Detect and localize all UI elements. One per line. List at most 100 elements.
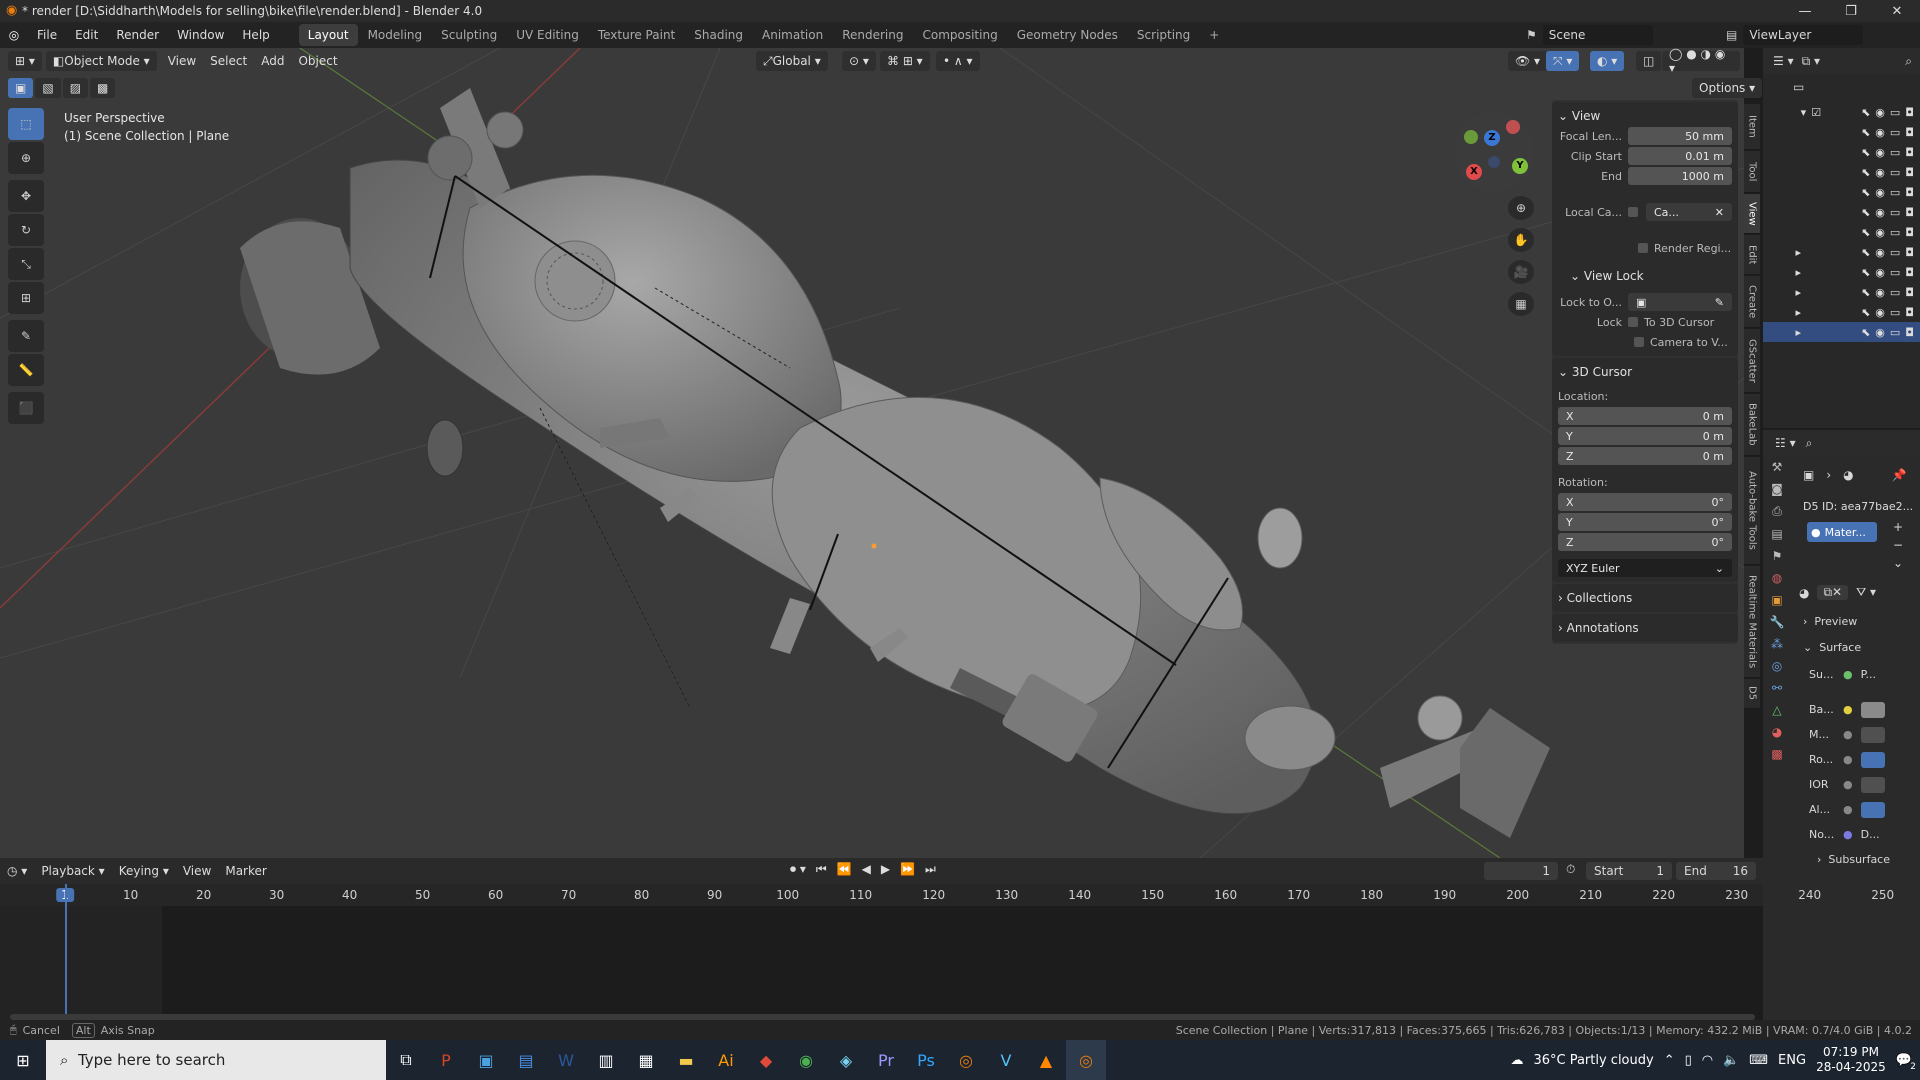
- outliner-row[interactable]: ⬉ ◉ ▭ ◘: [1763, 122, 1920, 142]
- add-cube-tool-icon[interactable]: ⬛: [8, 392, 44, 424]
- surface-panel[interactable]: ⌄ Surface: [1803, 636, 1913, 658]
- sidebar-tab-auto-bake[interactable]: Auto-bake Tools: [1744, 457, 1760, 565]
- monitor-icon[interactable]: ▭: [1890, 146, 1900, 159]
- select-box-icon[interactable]: ⬚: [8, 108, 44, 140]
- current-frame-field[interactable]: 1: [1484, 862, 1558, 880]
- prev-keyframe-icon[interactable]: ⏪: [837, 862, 852, 877]
- world-tab-icon[interactable]: ◍: [1772, 571, 1782, 585]
- menu-timeline-view[interactable]: View: [176, 864, 218, 878]
- language-indicator[interactable]: ENG: [1778, 1053, 1806, 1068]
- sidebar-tab-gscatter[interactable]: GScatter: [1744, 329, 1760, 393]
- camera-to-view-checkbox[interactable]: [1634, 337, 1644, 347]
- sidebar-tab-item[interactable]: Item: [1744, 104, 1760, 150]
- tab-scripting[interactable]: Scripting: [1128, 24, 1199, 46]
- eye-icon[interactable]: ◉: [1875, 226, 1885, 239]
- m365-icon[interactable]: ◈: [826, 1040, 866, 1080]
- monitor-icon[interactable]: ▭: [1890, 206, 1900, 219]
- outliner-row[interactable]: ⬉ ◉ ▭ ◘: [1763, 142, 1920, 162]
- collections-section[interactable]: › Collections: [1552, 584, 1738, 612]
- sidebar-tab-realtime-materials[interactable]: Realtime Materials: [1744, 566, 1760, 678]
- gizmo-toggle[interactable]: ⤧ ▾: [1546, 51, 1580, 71]
- new-collection-icon[interactable]: ▭: [1793, 80, 1804, 94]
- outliner-row[interactable]: ▸ ⬉ ◉ ▭ ◘: [1763, 262, 1920, 282]
- expand-icon[interactable]: ▸: [1796, 286, 1802, 299]
- clear-icon[interactable]: ✕: [1715, 206, 1724, 219]
- base-color-swatch[interactable]: [1860, 701, 1885, 718]
- select-icon[interactable]: ⬉: [1861, 226, 1870, 239]
- lock-to-object-field[interactable]: ▣ ✎: [1628, 293, 1732, 311]
- scene-tab-icon[interactable]: ⚑: [1772, 549, 1783, 563]
- expand-icon[interactable]: ▸: [1796, 266, 1802, 279]
- gizmo-y[interactable]: Y: [1512, 158, 1528, 174]
- local-camera-checkbox[interactable]: [1628, 207, 1638, 217]
- surface-row[interactable]: No... ● D...: [1809, 822, 1915, 847]
- tab-uv-editing[interactable]: UV Editing: [507, 24, 588, 46]
- camera-icon[interactable]: ◘: [1905, 266, 1914, 279]
- next-keyframe-icon[interactable]: ⏩: [900, 862, 915, 877]
- menu-keying[interactable]: Keying ▾: [112, 864, 176, 878]
- expand-icon[interactable]: ▸: [1796, 306, 1802, 319]
- monitor-icon[interactable]: ▭: [1890, 106, 1900, 119]
- play-reverse-icon[interactable]: ◀: [862, 862, 871, 877]
- view-layer-selector[interactable]: ViewLayer: [1743, 25, 1864, 45]
- powerpoint-icon[interactable]: P: [426, 1040, 466, 1080]
- cursor-loc-x[interactable]: X 0 m: [1558, 407, 1732, 425]
- surface-row[interactable]: Ba... ●: [1809, 697, 1915, 722]
- ior-field[interactable]: [1860, 776, 1885, 793]
- roughness-field[interactable]: [1860, 751, 1885, 768]
- eye-icon[interactable]: ◉: [1875, 146, 1885, 159]
- expand-icon[interactable]: ▾: [1801, 106, 1807, 119]
- cursor-loc-z[interactable]: Z 0 m: [1558, 447, 1732, 465]
- cursor-rot-x[interactable]: X 0°: [1558, 493, 1732, 511]
- camera-icon[interactable]: ◘: [1905, 246, 1914, 259]
- add-workspace-icon[interactable]: +: [1200, 24, 1228, 46]
- search-icon[interactable]: ⌕: [1806, 436, 1813, 451]
- annotate-tool-icon[interactable]: ✎: [8, 320, 44, 352]
- select-icon[interactable]: ⬉: [1861, 186, 1870, 199]
- scale-tool-icon[interactable]: ⤡: [8, 248, 44, 280]
- outliner-row[interactable]: ⬉ ◉ ▭ ◘: [1763, 162, 1920, 182]
- weather-icon[interactable]: ☁: [1510, 1053, 1523, 1068]
- task-view-icon[interactable]: ⧉: [386, 1040, 426, 1080]
- select-icon[interactable]: ⬉: [1861, 266, 1870, 279]
- outliner-row[interactable]: ⬉ ◉ ▭ ◘: [1763, 222, 1920, 242]
- chevron-up-icon[interactable]: ⌃: [1664, 1053, 1675, 1068]
- jump-end-icon[interactable]: ⏭: [925, 862, 936, 877]
- sidebar-tab-tool[interactable]: Tool: [1744, 151, 1760, 193]
- transform-tool-icon[interactable]: ⊞: [8, 282, 44, 314]
- monitor-icon[interactable]: ▭: [1890, 126, 1900, 139]
- battery-icon[interactable]: ▯: [1685, 1053, 1692, 1068]
- search-icon[interactable]: ⌕: [1905, 54, 1912, 69]
- editor-type-button[interactable]: ⊞ ▾: [8, 51, 42, 71]
- constraints-tab-icon[interactable]: ⚯: [1772, 681, 1782, 695]
- overlay-toggle[interactable]: ◐ ▾: [1590, 51, 1625, 71]
- measure-tool-icon[interactable]: 📏: [8, 354, 44, 386]
- gizmo-neg-x[interactable]: [1506, 120, 1520, 134]
- display-mode-icon[interactable]: ☰ ▾: [1773, 54, 1794, 68]
- tab-modeling[interactable]: Modeling: [359, 24, 432, 46]
- scene-selector[interactable]: Scene: [1542, 25, 1653, 45]
- filter-icon[interactable]: ⧉ ▾: [1802, 54, 1820, 69]
- surface-row[interactable]: Ro... ●: [1809, 747, 1915, 772]
- surface-row[interactable]: Su... ● P...: [1809, 662, 1915, 687]
- camera-icon[interactable]: ◘: [1905, 286, 1914, 299]
- xray-toggle[interactable]: ◫: [1636, 51, 1662, 71]
- eye-icon[interactable]: ◉: [1875, 266, 1885, 279]
- tool-tab-icon[interactable]: ⚒: [1772, 460, 1783, 474]
- timeline-ruler[interactable]: 1102030405060708090100110120130140150160…: [0, 884, 1894, 906]
- transform-orientation[interactable]: ⤢ Global ▾: [756, 51, 828, 71]
- monitor-icon[interactable]: ▭: [1890, 226, 1900, 239]
- app2-icon[interactable]: ▥: [586, 1040, 626, 1080]
- eye-icon[interactable]: ◉: [1875, 206, 1885, 219]
- navigation-gizmo[interactable]: Z Y X: [1454, 112, 1534, 192]
- to-3d-cursor-checkbox[interactable]: [1628, 317, 1638, 327]
- eye-icon[interactable]: ◉: [1875, 126, 1885, 139]
- gizmo-neg-z[interactable]: [1488, 156, 1500, 168]
- camera-view-icon[interactable]: 🎥: [1508, 260, 1534, 284]
- select-icon[interactable]: ⬉: [1861, 166, 1870, 179]
- focal-length-field[interactable]: 50 mm: [1628, 127, 1732, 145]
- select-extend-icon[interactable]: ▧: [35, 78, 61, 98]
- start-frame-field[interactable]: Start 1: [1586, 862, 1672, 880]
- notification-icon[interactable]: 💬 2: [1896, 1053, 1916, 1072]
- record-icon[interactable]: ⏺ ▾: [790, 862, 806, 877]
